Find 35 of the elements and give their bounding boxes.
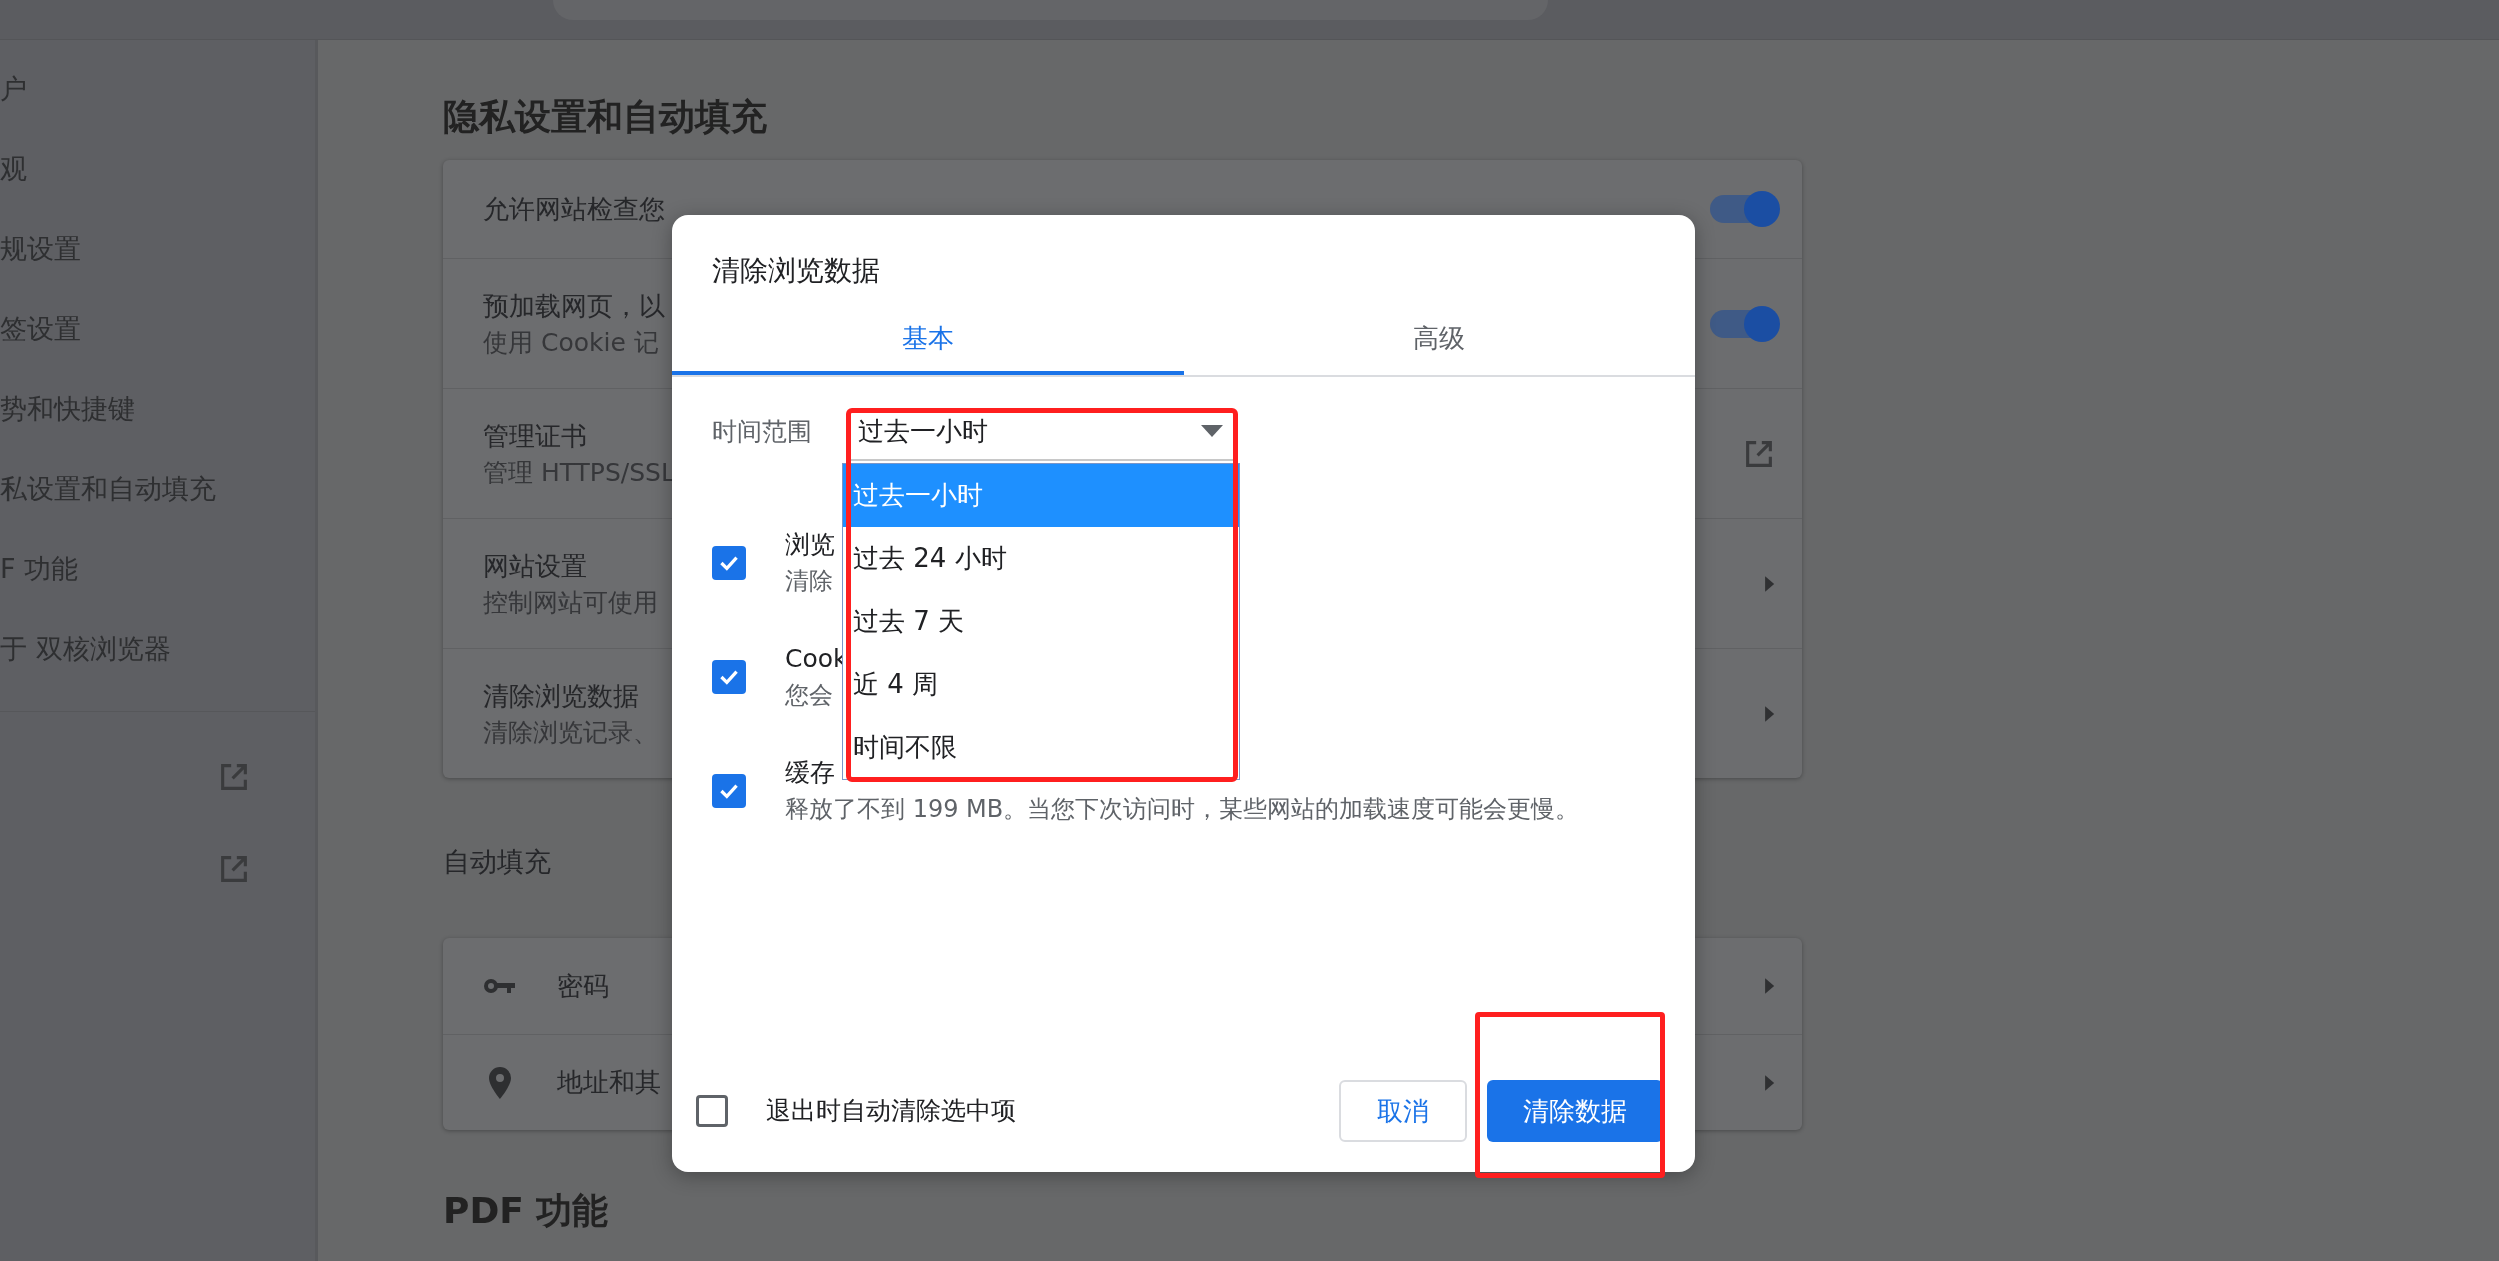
section-heading: 自动填充 [443,845,552,879]
option-description: 释放了不到 199 MB。当您下次访问时，某些网站的加载速度可能会更慢。 [785,794,1580,825]
dropdown-caret-icon [1201,425,1223,437]
key-icon [483,977,517,995]
clear-data-button[interactable]: 清除数据 [1487,1080,1663,1142]
setting-title: 网站设置 [483,549,588,583]
checkbox[interactable] [712,660,746,694]
arrow-right-icon[interactable] [1762,1073,1776,1092]
section-heading: PDF 功能 [443,1189,610,1233]
checkbox[interactable] [712,774,746,808]
setting-title: 预加载网页，以 [483,289,665,323]
arrow-right-icon[interactable] [1762,977,1776,995]
option-title: 缓存 [785,757,835,789]
checkbox-label: 退出时自动清除选中项 [766,1095,1017,1128]
dropdown-option[interactable]: 过去 7 天 [843,590,1239,653]
checkbox[interactable] [696,1095,728,1127]
checkbox[interactable] [712,546,746,580]
location-pin-icon [489,1066,511,1099]
field-label: 时间范围 [712,416,813,449]
dropdown-option[interactable]: 近 4 周 [843,653,1239,716]
arrow-right-icon[interactable] [1762,704,1776,723]
setting-title: 允许网站检查您 [483,193,665,226]
section-heading: 隐私设置和自动填充 [443,95,768,139]
tab[interactable]: 高级 [1183,305,1695,375]
tab[interactable]: 基本 [672,305,1184,375]
arrow-right-icon[interactable] [1762,574,1776,593]
cancel-button[interactable]: 取消 [1339,1080,1467,1142]
dialog-title: 清除浏览数据 [711,253,881,289]
dropdown-option[interactable]: 过去 24 小时 [843,527,1239,590]
setting-title: 清除浏览数据 [483,679,640,713]
setting-title: 管理证书 [483,419,588,453]
option-title: 浏览 [785,529,835,561]
option-description: 您会 [785,680,833,711]
option-description: 清除 [785,566,833,597]
dropdown-option[interactable]: 过去一小时 [843,464,1239,527]
